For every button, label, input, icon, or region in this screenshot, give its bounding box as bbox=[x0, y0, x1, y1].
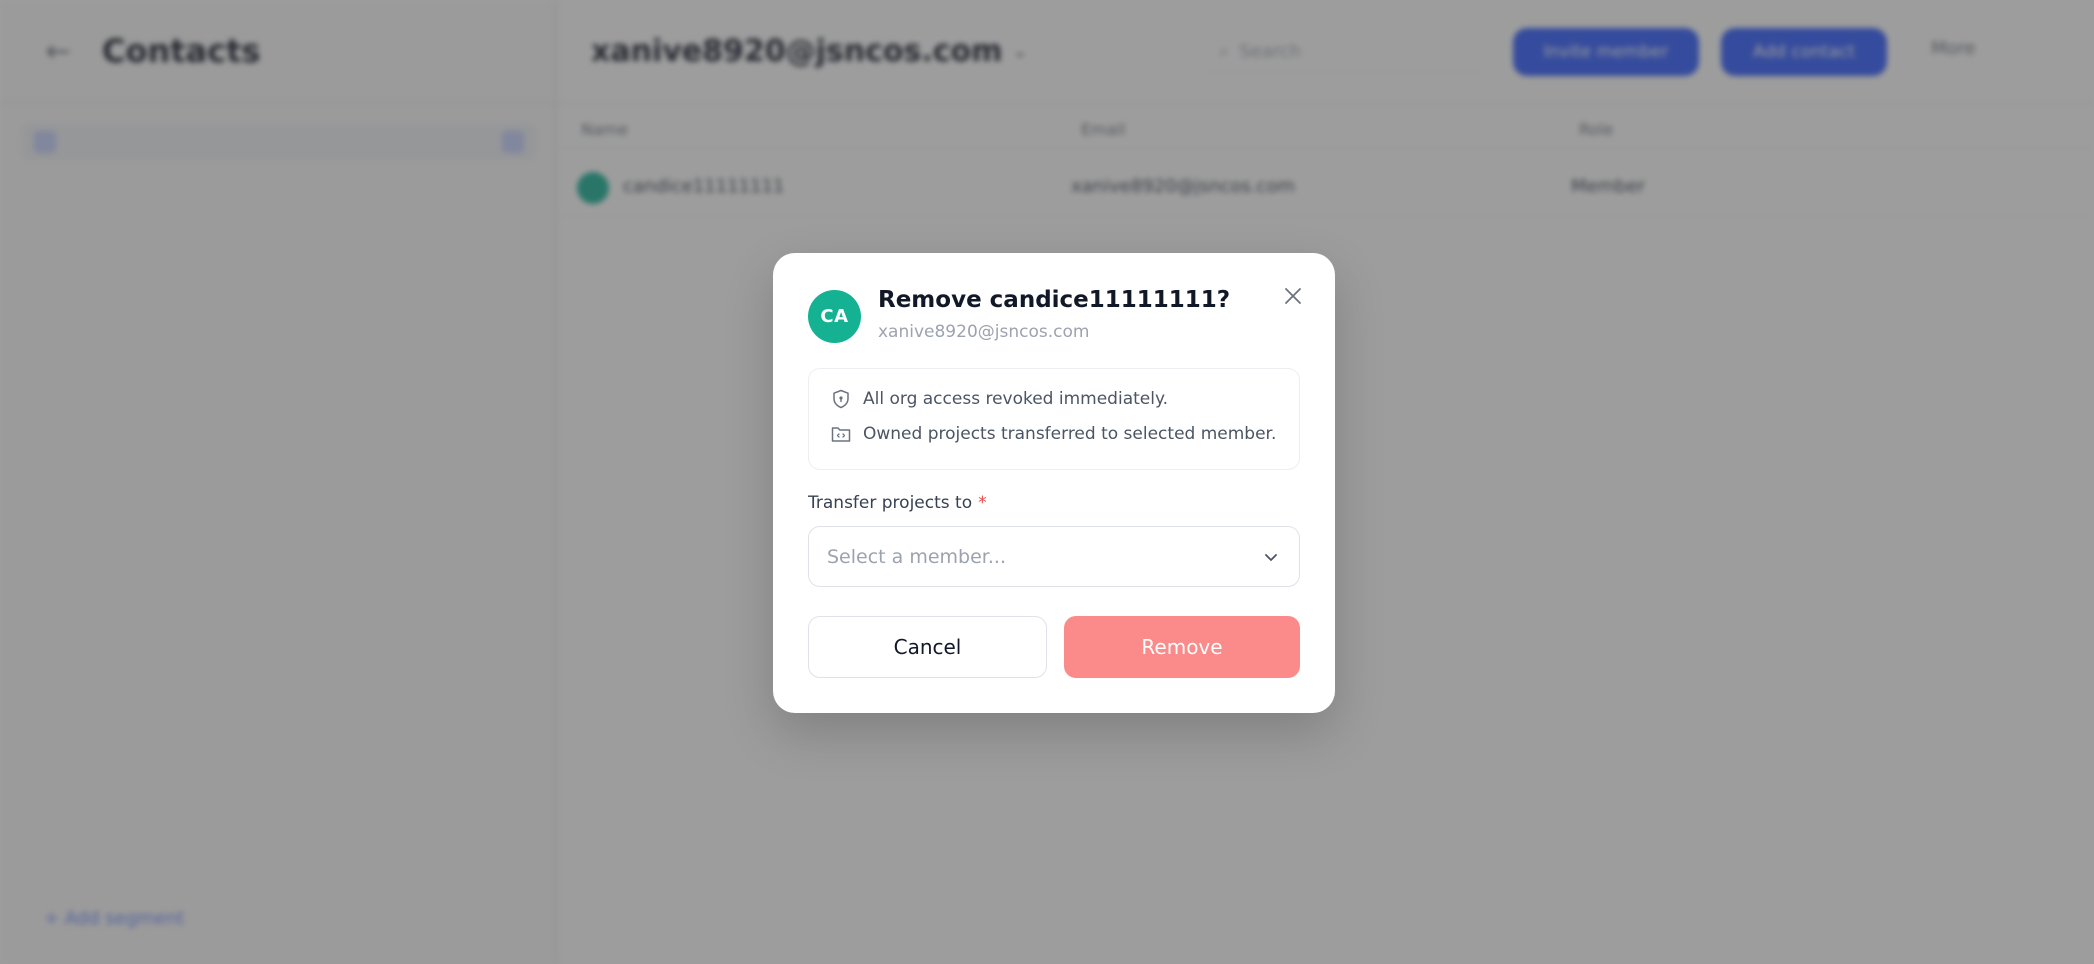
required-mark: * bbox=[978, 493, 987, 513]
chevron-down-icon bbox=[1265, 554, 1277, 561]
cancel-button[interactable]: Cancel bbox=[808, 616, 1047, 678]
transfer-label-text: Transfer projects to bbox=[808, 493, 973, 513]
member-select-placeholder: Select a member... bbox=[827, 545, 1006, 568]
folder-icon bbox=[831, 424, 851, 444]
info-line-access: All org access revoked immediately. bbox=[831, 389, 1168, 409]
remove-button[interactable]: Remove bbox=[1064, 616, 1300, 678]
info-text-access: All org access revoked immediately. bbox=[863, 389, 1169, 409]
dialog-title: Remove candice11111111? bbox=[878, 287, 1231, 313]
close-button[interactable] bbox=[1280, 283, 1306, 309]
consequences-box: All org access revoked immediately. Owne… bbox=[808, 368, 1300, 470]
transfer-field-label: Transfer projects to * bbox=[808, 493, 987, 513]
dialog-email: xanive8920@jsncos.com bbox=[878, 322, 1090, 342]
shield-icon bbox=[831, 389, 851, 409]
close-icon bbox=[1285, 288, 1301, 304]
member-select[interactable]: Select a member... bbox=[808, 526, 1300, 587]
avatar: CA bbox=[808, 290, 861, 343]
remove-member-dialog: CA Remove candice11111111? xanive8920@js… bbox=[773, 253, 1335, 713]
info-text-transfer: Owned projects transferred to selected m… bbox=[863, 424, 1277, 444]
info-line-transfer: Owned projects transferred to selected m… bbox=[831, 424, 1276, 444]
